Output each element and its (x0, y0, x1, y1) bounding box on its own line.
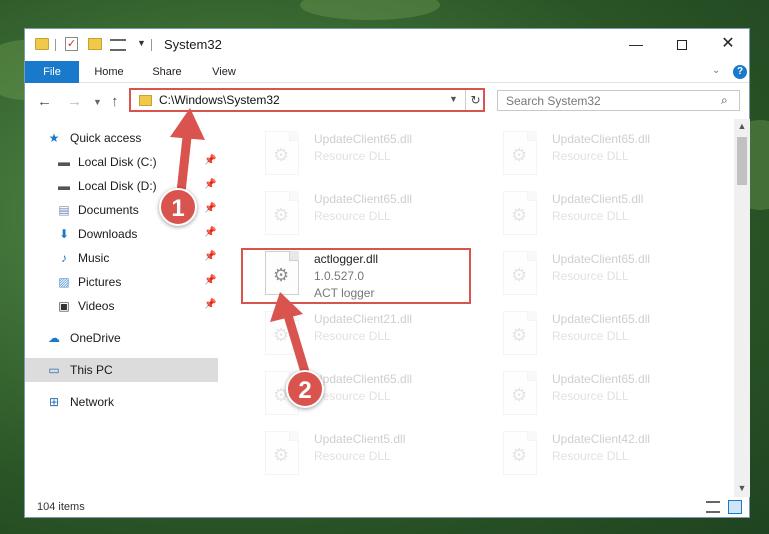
arrow-one-head (170, 108, 205, 140)
arrow-two-head (270, 292, 303, 322)
callout-two: 2 (286, 370, 324, 408)
arrow-two-shaft (282, 307, 310, 377)
annotation-arrows (170, 108, 310, 377)
callout-one: 1 (159, 188, 197, 226)
